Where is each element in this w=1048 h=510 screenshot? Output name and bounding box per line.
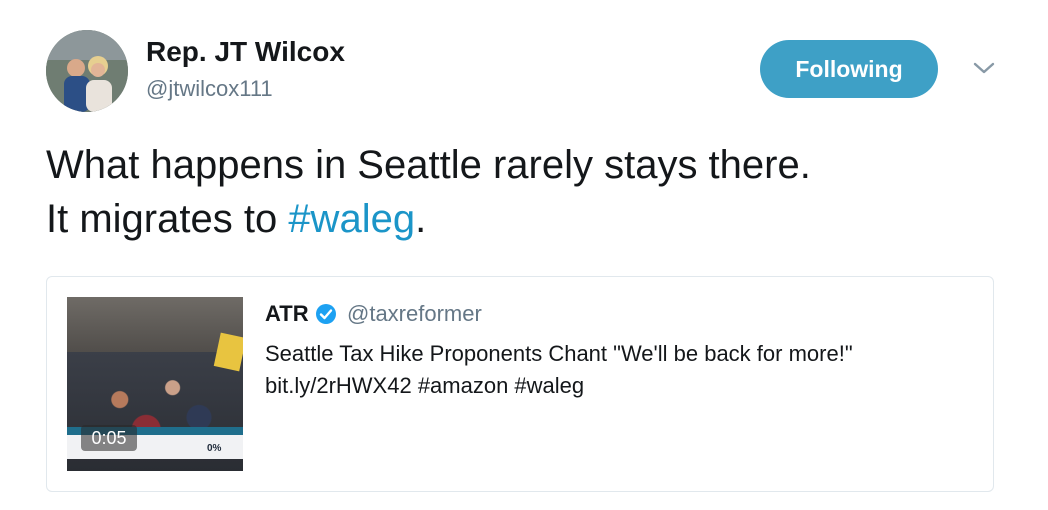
quoted-author[interactable]: ATR	[265, 301, 337, 327]
tweet-line-1: What happens in Seattle rarely stays the…	[46, 143, 811, 187]
quoted-author-name[interactable]: ATR	[265, 301, 309, 327]
video-overlay-percent: 0%	[207, 443, 222, 454]
tweet-line-2-suffix: .	[415, 197, 427, 241]
chevron-down-icon[interactable]	[970, 56, 998, 80]
video-duration-badge: 0:05	[81, 425, 137, 451]
following-button[interactable]: Following	[760, 40, 938, 98]
tweet-text: What happens in Seattle rarely stays the…	[46, 138, 1006, 246]
quoted-tweet-card[interactable]: 0% 0:05 ATR @taxreformer Seattle Tax Hik…	[46, 276, 994, 492]
quoted-author-handle[interactable]: @taxreformer	[347, 301, 482, 327]
tweet-line-2-prefix: It migrates to	[46, 197, 289, 241]
verified-badge-icon	[315, 303, 337, 325]
quoted-tweet-link-line[interactable]: bit.ly/2rHWX42 #amazon #waleg	[265, 373, 584, 399]
quoted-tweet-text: Seattle Tax Hike Proponents Chant "We'll…	[265, 341, 853, 366]
hashtag-link[interactable]: #waleg	[288, 197, 415, 241]
video-thumbnail[interactable]: 0% 0:05	[67, 297, 243, 471]
author-name[interactable]: Rep. JT Wilcox	[146, 36, 345, 68]
tweet-line-2: It migrates to #waleg.	[46, 192, 1006, 246]
author-handle[interactable]: @jtwilcox111	[146, 76, 273, 102]
author-avatar[interactable]	[46, 30, 128, 112]
avatar-photo	[46, 30, 128, 112]
